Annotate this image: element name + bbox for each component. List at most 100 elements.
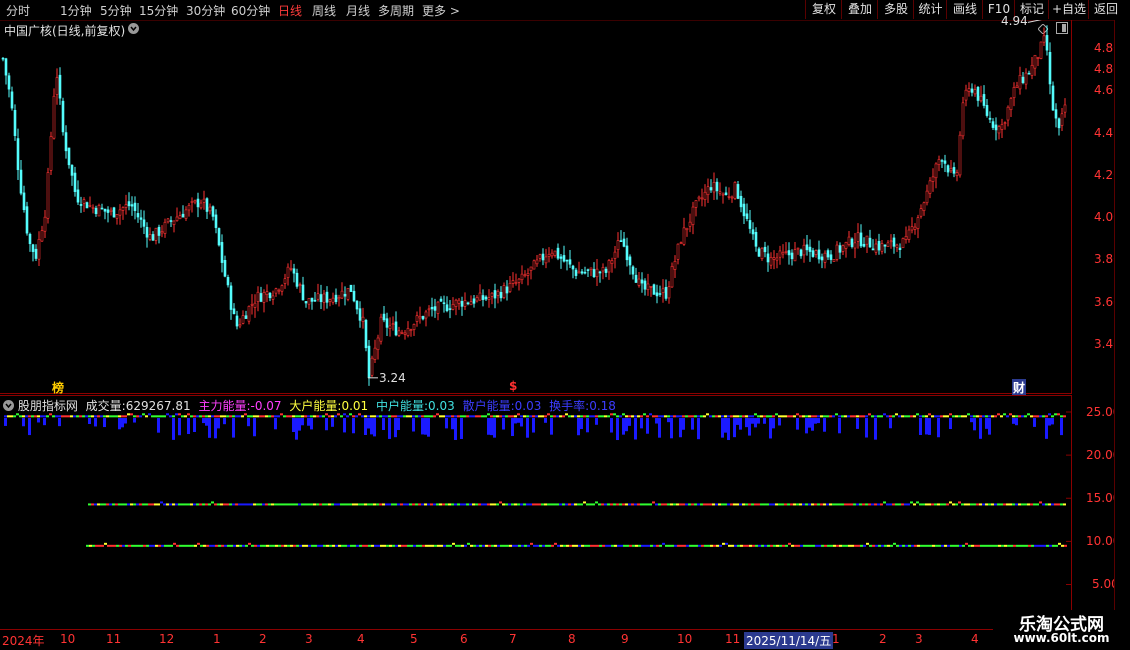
tab-daily[interactable]: 日线 bbox=[278, 2, 302, 19]
candle-body bbox=[472, 298, 476, 304]
indicator-panel[interactable]: 股朋指标网 成交量:629267.81 主力能量:-0.07 大户能量:0.01… bbox=[0, 395, 1120, 630]
indicator-line-segment bbox=[479, 544, 482, 547]
indicator-line-segment bbox=[877, 503, 880, 506]
indicator-line-segment bbox=[808, 503, 811, 506]
time-tick: 4 bbox=[971, 632, 979, 646]
candle-body bbox=[859, 232, 863, 247]
indicator-line-segment bbox=[311, 544, 314, 547]
indicator-cap bbox=[307, 415, 310, 418]
indicator-line-segment bbox=[1027, 503, 1030, 506]
indicator-line-segment bbox=[344, 544, 347, 547]
indicator-cap bbox=[109, 415, 112, 418]
indicator-cap bbox=[1033, 415, 1036, 418]
indicator-bar bbox=[208, 418, 211, 438]
indicator-cap bbox=[364, 415, 367, 418]
indicator-line-segment bbox=[784, 503, 787, 506]
candle-body bbox=[466, 302, 470, 305]
indicator-line-segment bbox=[247, 503, 250, 506]
draw-line-button[interactable]: 画线 bbox=[946, 0, 983, 19]
indicator-bar bbox=[1012, 418, 1015, 424]
multi-stock-button[interactable]: 多股 bbox=[877, 0, 914, 19]
candle-body bbox=[55, 77, 59, 95]
stats-button[interactable]: 统计 bbox=[913, 0, 947, 19]
current-date-cursor[interactable]: 2025/11/14/五 bbox=[744, 632, 834, 649]
candle-body bbox=[1009, 98, 1013, 110]
indicator-cap bbox=[247, 415, 250, 418]
indicator-line-segment bbox=[1021, 503, 1024, 506]
indicator-cap bbox=[904, 415, 907, 418]
indicator-line-segment bbox=[880, 503, 883, 506]
indicator-line-segment bbox=[101, 544, 104, 547]
overlay-button[interactable]: 叠加 bbox=[841, 0, 878, 19]
tab-multi-period[interactable]: 多周期 bbox=[378, 2, 414, 19]
indicator-cap bbox=[658, 415, 661, 418]
indicator-line-segment bbox=[322, 503, 325, 506]
indicator-cap bbox=[346, 415, 349, 418]
indicator-cap bbox=[628, 415, 631, 418]
indicator-cap bbox=[766, 415, 769, 418]
candle-body bbox=[190, 201, 194, 203]
tab-weekly[interactable]: 周线 bbox=[312, 2, 336, 19]
indicator-cap bbox=[31, 415, 34, 418]
indicator-line-segment bbox=[689, 544, 692, 547]
indicator-line-segment bbox=[967, 503, 970, 506]
indicator-cap bbox=[199, 415, 202, 418]
tab-more[interactable]: 更多 > bbox=[422, 2, 460, 19]
tab-monthly[interactable]: 月线 bbox=[346, 2, 370, 19]
indicator-line-segment bbox=[806, 544, 809, 547]
tab-5min[interactable]: 5分钟 bbox=[100, 2, 132, 19]
indicator-line-segment bbox=[431, 544, 434, 547]
indicator-line-segment bbox=[536, 544, 539, 547]
price-panel[interactable]: 中国广核(日线,前复权) 4.80 4.94 3.24 榜 $ 财 bbox=[0, 14, 1121, 396]
candle-body bbox=[607, 260, 611, 273]
indicator-cap bbox=[334, 415, 337, 418]
indicator-chart[interactable] bbox=[0, 395, 1073, 630]
indicator-line-segment bbox=[164, 544, 167, 547]
candle-body bbox=[874, 243, 878, 253]
indicator-line-segment bbox=[272, 544, 275, 547]
ranking-marker[interactable]: 榜 bbox=[52, 379, 64, 396]
indicator-cap bbox=[580, 415, 583, 418]
indicator-line-segment bbox=[628, 503, 631, 506]
indicator-cap bbox=[292, 415, 295, 418]
time-axis[interactable]: 2024年 10 11 12 1 2 3 4 5 6 7 8 9 10 11 2… bbox=[0, 630, 1073, 650]
tab-1min[interactable]: 1分钟 bbox=[60, 2, 92, 19]
indicator-line-segment bbox=[871, 503, 874, 506]
candle-body bbox=[28, 233, 32, 245]
fuquan-button[interactable]: 复权 bbox=[805, 0, 842, 19]
tab-15min[interactable]: 15分钟 bbox=[139, 2, 178, 19]
indicator-line-segment bbox=[1045, 503, 1048, 506]
indicator-line-segment bbox=[718, 503, 721, 506]
candle-body bbox=[13, 109, 17, 136]
indicator-line-segment bbox=[817, 503, 820, 506]
indicator-line-segment bbox=[797, 544, 800, 547]
indicator-line-segment bbox=[851, 544, 854, 547]
indicator-cap bbox=[88, 415, 91, 418]
tab-30min[interactable]: 30分钟 bbox=[186, 2, 225, 19]
candle-body bbox=[541, 253, 545, 261]
indicator-cap bbox=[322, 415, 325, 418]
indicator-cap bbox=[928, 413, 931, 416]
indicator-line-segment bbox=[859, 503, 862, 506]
indicator-line-segment bbox=[323, 544, 326, 547]
indicator-cap bbox=[10, 415, 13, 418]
tab-60min[interactable]: 60分钟 bbox=[231, 2, 270, 19]
right-sidebar[interactable] bbox=[1114, 20, 1130, 630]
back-button[interactable]: 返回 bbox=[1088, 0, 1123, 19]
finance-marker[interactable]: 财 bbox=[1012, 379, 1027, 396]
indicator-cap bbox=[595, 415, 598, 418]
indicator-cap bbox=[301, 415, 304, 418]
indicator-line-segment bbox=[811, 503, 814, 506]
candle-body bbox=[130, 204, 134, 207]
indicator-cap bbox=[739, 415, 742, 418]
indicator-line-segment bbox=[833, 544, 836, 547]
add-watchlist-button[interactable]: +自选 bbox=[1048, 0, 1089, 19]
candlestick-chart[interactable] bbox=[0, 20, 1073, 395]
indicator-cap bbox=[157, 415, 160, 418]
tab-fenshi[interactable]: 分时 bbox=[6, 2, 30, 19]
dividend-marker[interactable]: $ bbox=[509, 379, 517, 393]
indicator-line-segment bbox=[829, 503, 832, 506]
indicator-line-segment bbox=[610, 503, 613, 506]
candle-body bbox=[124, 204, 128, 208]
candle-body bbox=[619, 240, 623, 242]
